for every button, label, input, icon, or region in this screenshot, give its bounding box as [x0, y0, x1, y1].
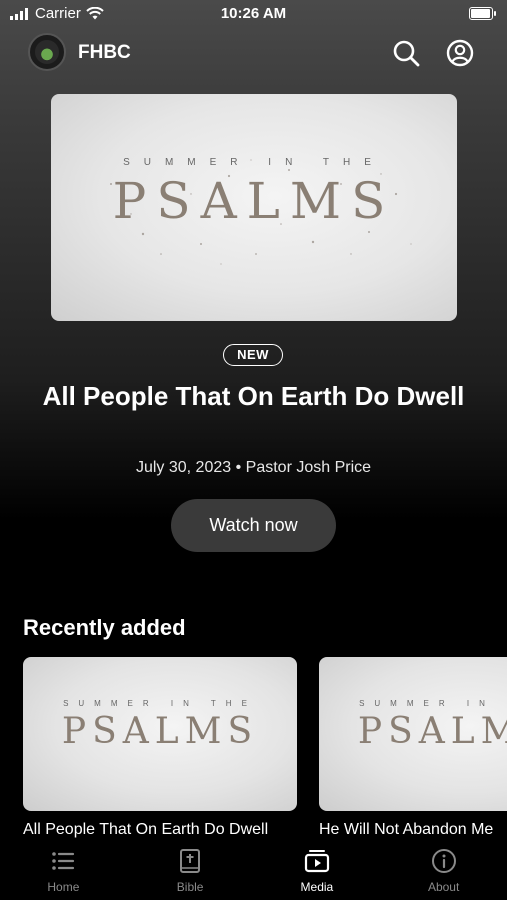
tab-bible[interactable]: Bible — [127, 845, 254, 900]
media-thumbnail[interactable]: SUMMER IN THE PSALMS — [319, 657, 507, 811]
account-icon[interactable] — [445, 38, 475, 68]
thumbnail-subtitle: SUMMER IN THE — [63, 699, 257, 708]
media-item[interactable]: SUMMER IN THE PSALMS He Will Not Abandon… — [319, 657, 507, 839]
featured-speaker: Pastor Josh Price — [245, 459, 372, 476]
brand-name: FHBC — [78, 42, 131, 63]
new-badge: NEW — [223, 344, 283, 366]
featured-artwork[interactable]: SUMMER IN THE PSALMS — [51, 94, 457, 321]
tab-label: About — [427, 880, 460, 894]
featured-date: July 30, 2023 — [135, 459, 232, 476]
recently-added-rail[interactable]: SUMMER IN THE PSALMS All People That On … — [23, 657, 507, 847]
media-thumbnail[interactable]: SUMMER IN THE PSALMS — [23, 657, 297, 811]
list-icon — [52, 852, 75, 870]
battery-icon — [469, 7, 496, 20]
status-bar: Carrier 10:26 AM — [0, 0, 507, 28]
meta-separator: • — [235, 459, 242, 476]
featured-title[interactable]: All People That On Earth Do Dwell — [30, 378, 477, 415]
thumbnail-title: PSALMS — [357, 711, 507, 752]
tab-media[interactable]: Media — [254, 845, 381, 900]
artwork-title: PSALMS — [112, 172, 396, 230]
tab-about[interactable]: About — [380, 845, 507, 900]
tab-home[interactable]: Home — [0, 845, 127, 900]
tab-label: Media — [300, 880, 334, 894]
featured-meta: July 30, 2023 • Pastor Josh Price — [0, 459, 507, 477]
tab-bar: Home Bible Media About — [0, 845, 507, 900]
bible-icon — [180, 849, 201, 873]
church-logo[interactable] — [28, 33, 66, 71]
watch-now-button[interactable]: Watch now — [171, 499, 336, 552]
tab-label: Bible — [176, 880, 204, 894]
media-item[interactable]: SUMMER IN THE PSALMS All People That On … — [23, 657, 297, 839]
thumbnail-subtitle: SUMMER IN THE — [359, 699, 507, 708]
info-icon — [431, 849, 456, 873]
status-time: 10:26 AM — [220, 5, 287, 22]
artwork-subtitle: SUMMER IN THE — [123, 157, 385, 168]
tab-label: Home — [47, 880, 80, 894]
search-icon[interactable] — [391, 38, 421, 68]
media-play-icon — [304, 850, 329, 873]
section-heading: Recently added — [23, 615, 186, 640]
thumbnail-title: PSALMS — [61, 711, 259, 752]
top-bar: FHBC — [0, 32, 507, 74]
media-item-title: He Will Not Abandon Me — [319, 821, 494, 838]
media-item-title: All People That On Earth Do Dwell — [23, 821, 269, 838]
